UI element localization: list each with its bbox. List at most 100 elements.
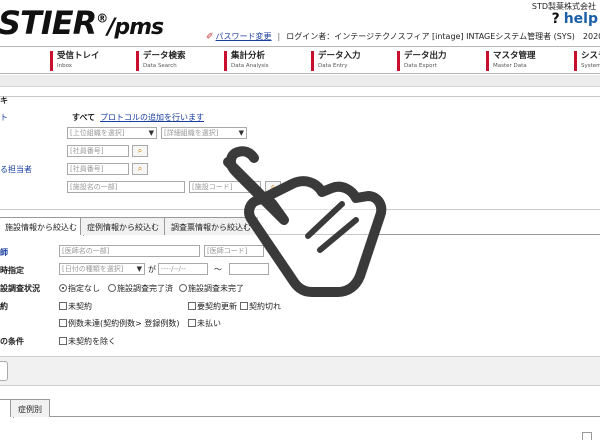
chevron-down-icon: ▼ [136, 265, 142, 273]
nav-data-export[interactable]: データ出力 Data Export [397, 51, 447, 71]
nav-inbox[interactable]: 受信トレイ Inbox [50, 51, 100, 71]
search-icon[interactable]: ⌕ [132, 145, 148, 157]
date-label: 時指定 [0, 266, 24, 275]
radio-none[interactable]: 指定なし [59, 283, 100, 294]
radio-unchecked [179, 284, 187, 292]
checkbox-expired-label: 契約切れ [249, 302, 281, 311]
nav-data-export-sublabel: Data Export [404, 63, 437, 69]
main-nav: 受信トレイ Inbox データ検索 Data Search 集計分析 Data Ana… [0, 46, 600, 74]
checkbox-unpaid-label: 未払い [197, 319, 221, 328]
radio-incomplete-label: 施設調査未完了 [188, 284, 244, 293]
separator: | [277, 32, 281, 41]
radio-checked [59, 284, 67, 292]
nav-master-data-label: マスタ管理 [493, 51, 536, 61]
nav-system-label: システ [581, 51, 600, 61]
nav-master-data[interactable]: マスタ管理 Master Data [486, 51, 536, 71]
user-bar: ✐ パスワード変更 | ログイン者：インテージテクノスフィア [intage] INT… [206, 31, 600, 42]
detail-org-select[interactable]: [詳細組織を選択] ▼ [161, 127, 247, 139]
nav-data-search[interactable]: データ検索 Data Search [136, 51, 186, 71]
checkbox [59, 319, 67, 327]
protocol-label: ト [0, 113, 8, 122]
help-label: help [563, 11, 598, 27]
upper-org-select-value: [上位組織を選択] [70, 129, 125, 137]
doctor-code-field[interactable]: [医師コード] [204, 245, 264, 257]
checkbox [240, 302, 248, 310]
section-label: キ [0, 96, 8, 105]
nav-data-search-label: データ検索 [143, 51, 186, 61]
upper-org-select[interactable]: [上位組織を選択] ▼ [67, 127, 157, 139]
nav-data-entry-sublabel: Data Entry [318, 63, 348, 69]
logo-suffix: /pms [107, 15, 164, 40]
nav-inbox-sublabel: Inbox [57, 63, 73, 69]
checkbox[interactable] [582, 432, 592, 440]
sub-bar [0, 75, 600, 87]
detail-org-select-value: [詳細組織を選択] [164, 129, 219, 137]
all-option[interactable]: すべて [72, 112, 95, 123]
nav-system[interactable]: システ System [574, 51, 600, 71]
checkbox-uncontracted[interactable]: 未契約 [59, 301, 92, 312]
extra-condition-label: の条件 [0, 337, 24, 346]
nav-data-analysis-label: 集計分析 [231, 51, 266, 61]
doctor-name-field[interactable]: [医師名の一部] [59, 245, 200, 257]
person-in-charge-label: る担当者 [0, 165, 32, 174]
nav-data-analysis-sublabel: Data Analysis [231, 63, 269, 69]
logo-main: STIER [0, 4, 97, 42]
checkbox [188, 302, 196, 310]
tab-facility[interactable]: 施設情報から絞込む [0, 217, 84, 236]
chevron-down-icon: ▼ [238, 129, 244, 137]
tab-survey[interactable]: 調査票情報から絞込む [164, 217, 258, 235]
tab-by-case[interactable]: 症例別 [10, 399, 50, 417]
app-logo: STIER®/pms [0, 4, 164, 42]
nav-data-analysis[interactable]: 集計分析 Data Analysis [224, 51, 269, 71]
search-icon[interactable]: ⌕ [132, 163, 148, 175]
search-button[interactable] [0, 361, 8, 381]
checkbox [188, 319, 196, 327]
action-band [0, 356, 600, 386]
radio-completed[interactable]: 施設調査完了済 [108, 283, 173, 294]
checkbox-under-target-label: 例数未達(契約例数> 登録例数) [68, 319, 180, 328]
checkbox-renewal-required[interactable]: 要契約更新 [188, 301, 237, 312]
chevron-down-icon: ▼ [148, 129, 154, 137]
facility-code-field[interactable]: [施設コード] [189, 181, 261, 193]
key-icon: ✐ [206, 32, 214, 42]
survey-status-label: 設調査状況 [0, 284, 40, 293]
radio-unchecked [108, 284, 116, 292]
checkbox-exclude-uncontracted[interactable]: 未契約を除く [59, 336, 116, 347]
help-icon: ? [551, 11, 560, 27]
nav-data-export-label: データ出力 [404, 51, 447, 61]
add-protocol-link[interactable]: プロトコルの追加を行います [100, 112, 204, 123]
date-type-select[interactable]: [日付の種類を選択] ▼ [59, 263, 145, 275]
radio-none-label: 指定なし [68, 284, 100, 293]
checkbox-uncontracted-label: 未契約 [68, 302, 92, 311]
result-tabs: 症例別 [0, 399, 600, 418]
nav-data-entry[interactable]: データ入力 Data Entry [311, 51, 361, 71]
tilde-text: 〜 [214, 265, 222, 274]
employee-number-field-1[interactable]: [社員番号] [67, 145, 129, 157]
radio-incomplete[interactable]: 施設調査未完了 [179, 283, 244, 294]
radio-completed-label: 施設調査完了済 [117, 284, 173, 293]
checkbox-under-target[interactable]: 例数未達(契約例数> 登録例数) [59, 318, 180, 329]
ga-text: が [148, 265, 156, 274]
checkbox [59, 302, 67, 310]
search-icon[interactable]: ⌕ [265, 181, 281, 193]
tab-case[interactable]: 症例情報から絞込む [80, 217, 166, 235]
employee-number-field-2[interactable]: [社員番号] [67, 163, 129, 175]
login-info: ログイン者：インテージテクノスフィア [intage] INTAGEシステム管理… [286, 32, 600, 41]
date-type-select-value: [日付の種類を選択] [62, 265, 124, 273]
date-from-field[interactable]: ----/--/-- [158, 263, 208, 275]
help-link[interactable]: ? help [552, 11, 598, 27]
nav-master-data-sublabel: Master Data [493, 63, 527, 69]
logo-registered-mark: ® [96, 11, 108, 26]
checkbox-renewal-required-label: 要契約更新 [197, 302, 237, 311]
nav-data-search-sublabel: Data Search [143, 63, 177, 69]
checkbox-expired[interactable]: 契約切れ [240, 301, 281, 312]
nav-inbox-label: 受信トレイ [57, 51, 100, 61]
facility-name-field[interactable]: [施設名の一部] [67, 181, 185, 193]
checkbox-unpaid[interactable]: 未払い [188, 318, 221, 329]
filter-tabs: 施設情報から絞込む 症例情報から絞込む 調査票情報から絞込む [0, 217, 600, 236]
password-change-link[interactable]: パスワード変更 [216, 32, 272, 41]
checkbox [59, 337, 67, 345]
date-to-field[interactable] [229, 263, 269, 275]
doctor-label: 師 [0, 248, 8, 257]
checkbox-exclude-uncontracted-label: 未契約を除く [68, 337, 116, 346]
